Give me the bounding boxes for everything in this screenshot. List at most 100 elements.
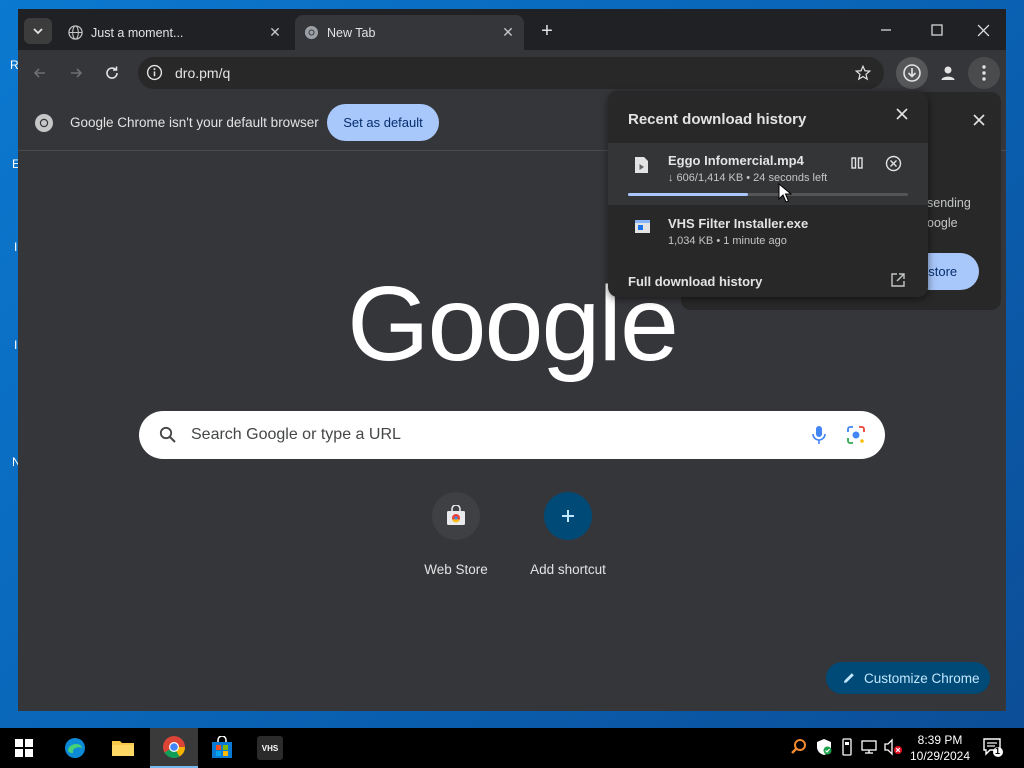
reload-button[interactable] — [99, 60, 125, 86]
back-arrow-icon — [33, 68, 45, 78]
system-clock[interactable]: 8:39 PM 10/29/2024 — [900, 732, 980, 764]
reload-icon — [106, 66, 118, 79]
url-text: dro.pm/q — [175, 65, 231, 81]
edge-icon — [65, 738, 85, 758]
notification-icon — [983, 738, 1003, 757]
profile-button[interactable] — [932, 57, 964, 89]
add-shortcut-button[interactable]: Add shortcut — [518, 492, 618, 577]
download-item[interactable]: Eggo Infomercial.mp4 ↓ 606/1,414 KB • 24… — [608, 143, 928, 205]
voice-search-icon[interactable] — [809, 424, 829, 449]
downloads-button[interactable] — [896, 57, 928, 89]
bookmark-star-icon[interactable] — [854, 64, 872, 85]
chrome-icon — [34, 113, 54, 136]
customize-label: Customize Chrome — [864, 670, 980, 686]
close-icon[interactable] — [896, 108, 908, 123]
promo-text: sending — [927, 196, 971, 210]
desktop-icon-label: I — [14, 338, 18, 352]
video-file-icon — [634, 156, 649, 177]
promo-text: oogle — [927, 216, 958, 230]
clock-date: 10/29/2024 — [909, 749, 971, 763]
security-shield-icon[interactable] — [815, 738, 833, 759]
shortcut-web-store[interactable]: Web Store — [406, 492, 506, 577]
download-status: ↓ 606/1,414 KB • 24 seconds left — [668, 172, 828, 184]
google-lens-icon[interactable] — [845, 424, 867, 449]
menu-button[interactable] — [968, 57, 1000, 89]
minimize-icon — [881, 29, 891, 31]
notification-count: 1 — [995, 746, 1001, 756]
chrome-icon — [163, 736, 185, 758]
windows-logo-icon — [15, 739, 33, 757]
download-status: 1,034 KB • 1 minute ago — [668, 235, 787, 247]
taskbar-vhs[interactable]: VHS — [246, 728, 294, 768]
pencil-icon — [842, 671, 856, 685]
download-progress-fill — [628, 193, 749, 196]
back-button[interactable] — [27, 60, 53, 86]
forward-arrow-icon — [71, 68, 83, 78]
mouse-cursor-icon — [778, 183, 792, 203]
search-input[interactable]: Search Google or type a URL — [139, 411, 885, 459]
search-tray-icon[interactable] — [790, 738, 808, 759]
close-tab-icon[interactable]: ✕ — [265, 23, 285, 43]
address-bar[interactable]: dro.pm/q — [138, 57, 884, 89]
windows-taskbar: VHS 8:39 PM 10/29/2024 1 — [0, 728, 1024, 768]
store-icon — [212, 736, 232, 758]
panel-title: Recent download history — [628, 111, 807, 128]
infobar-message: Google Chrome isn't your default browser — [70, 115, 319, 130]
taskbar-store[interactable] — [198, 728, 246, 768]
download-progress-bar — [628, 193, 908, 196]
shortcut-label: Add shortcut — [530, 562, 606, 577]
plus-icon — [544, 492, 592, 540]
tab-just-a-moment[interactable]: Just a moment... ✕ — [59, 15, 291, 50]
network-icon[interactable] — [860, 738, 878, 759]
search-icon — [159, 426, 177, 447]
taskbar-chrome[interactable] — [150, 728, 198, 768]
open-in-new-icon[interactable] — [890, 272, 906, 291]
site-info-icon[interactable] — [146, 64, 163, 84]
tab-strip: Just a moment... ✕ New Tab ✕ + — [18, 9, 1006, 50]
close-icon — [977, 24, 989, 36]
toolbar: dro.pm/q — [18, 50, 1006, 96]
pause-icon[interactable] — [850, 156, 864, 173]
close-tab-icon[interactable]: ✕ — [498, 23, 518, 43]
forward-button[interactable] — [63, 60, 89, 86]
start-button[interactable] — [0, 728, 48, 768]
set-as-default-button[interactable]: Set as default — [327, 104, 439, 141]
globe-icon — [67, 25, 83, 41]
download-filename: VHS Filter Installer.exe — [668, 216, 809, 231]
maximize-icon — [931, 24, 943, 36]
clock-time: 8:39 PM — [917, 733, 963, 747]
vhs-app-label: VHS — [261, 743, 279, 753]
download-history-panel: Recent download history Eggo Infomercial… — [608, 91, 928, 297]
desktop-icon-label: I — [14, 240, 18, 254]
close-window-button[interactable] — [971, 19, 995, 41]
cancel-download-icon[interactable] — [885, 155, 902, 175]
download-icon — [903, 64, 921, 82]
tab-title: Just a moment... — [91, 25, 184, 40]
search-placeholder: Search Google or type a URL — [191, 426, 401, 443]
close-icon[interactable] — [973, 114, 985, 129]
chrome-window: Just a moment... ✕ New Tab ✕ + dro.pm/q … — [18, 9, 1006, 711]
chrome-icon — [303, 25, 319, 41]
tab-new-tab[interactable]: New Tab ✕ — [295, 15, 524, 50]
customize-chrome-button[interactable]: Customize Chrome — [826, 662, 990, 694]
installer-file-icon — [634, 219, 651, 237]
taskbar-edge[interactable] — [51, 728, 99, 768]
kebab-menu-icon — [982, 65, 986, 81]
maximize-button[interactable] — [925, 19, 949, 41]
taskbar-file-explorer[interactable] — [99, 728, 147, 768]
download-filename: Eggo Infomercial.mp4 — [668, 153, 804, 168]
shortcut-label: Web Store — [424, 562, 488, 577]
tab-title: New Tab — [327, 25, 376, 40]
minimize-button[interactable] — [874, 19, 898, 41]
tab-search-button[interactable] — [24, 18, 52, 44]
webstore-icon — [432, 492, 480, 540]
usb-device-icon[interactable] — [840, 738, 854, 759]
chevron-down-icon — [33, 28, 43, 35]
vhs-app-icon: VHS — [257, 736, 283, 760]
new-tab-button[interactable]: + — [536, 21, 558, 43]
profile-icon — [941, 66, 955, 80]
notification-center-button[interactable]: 1 — [982, 736, 1004, 761]
full-download-history-link[interactable]: Full download history — [628, 274, 762, 289]
download-item[interactable]: VHS Filter Installer.exe 1,034 KB • 1 mi… — [608, 206, 928, 268]
folder-icon — [112, 741, 134, 756]
